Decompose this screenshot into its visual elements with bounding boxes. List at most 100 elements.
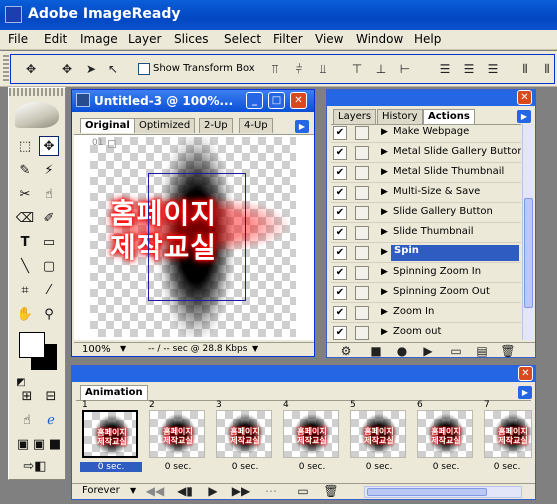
move-tool-preset-icon[interactable]: ✥ <box>22 60 40 78</box>
tween-icon[interactable]: ⋯ <box>262 482 280 500</box>
action-toggle-checkbox[interactable]: ✔ <box>333 266 347 280</box>
menu-edit[interactable]: Edit <box>44 32 67 46</box>
action-toggle-checkbox[interactable]: ✔ <box>333 146 347 160</box>
animation-frame[interactable]: 1 홈페이지 제작교실 0 sec. <box>80 400 142 472</box>
download-status[interactable]: -- / -- sec @ 28.8 Kbps <box>148 344 247 354</box>
arrow-select-icon[interactable]: ↖ <box>104 60 122 78</box>
rounded-rect-icon[interactable]: ▢ <box>39 256 59 276</box>
action-toggle-checkbox[interactable]: ✔ <box>333 246 347 260</box>
minimize-button[interactable]: _ <box>246 92 263 109</box>
action-toggle-checkbox[interactable]: ✔ <box>333 126 347 140</box>
type-icon[interactable]: T <box>15 232 35 252</box>
hand-icon[interactable]: ✋ <box>15 304 35 324</box>
dialog-toggle-box[interactable] <box>355 266 369 280</box>
line-icon[interactable]: ╲ <box>15 256 35 276</box>
show-transform-box-checkbox[interactable] <box>138 63 150 75</box>
align-vcenter-icon[interactable]: ⫩ <box>290 60 308 78</box>
menu-layer[interactable]: Layer <box>128 32 161 46</box>
brush-icon[interactable]: ✐ <box>39 208 59 228</box>
menu-filter[interactable]: Filter <box>273 32 303 46</box>
delete-frame-icon[interactable]: 🗑 <box>322 482 340 500</box>
frame-delay[interactable]: 0 sec. <box>214 462 276 472</box>
play-icon[interactable]: ▶ <box>419 342 437 360</box>
animation-frame[interactable]: 5 홈페이지 제작교실 0 sec. <box>348 400 410 472</box>
toolbox-grip[interactable] <box>9 88 65 96</box>
align-top-icon[interactable]: ⫪ <box>266 60 284 78</box>
first-frame-icon[interactable]: ◀◀ <box>146 482 164 500</box>
new-action-icon[interactable]: ▤ <box>473 342 491 360</box>
animation-close-button[interactable]: ✕ <box>518 366 533 381</box>
transform-bounding-box[interactable] <box>148 173 246 301</box>
dialog-toggle-box[interactable] <box>355 306 369 320</box>
expand-arrow-icon[interactable]: ▶ <box>381 207 388 217</box>
animation-frame[interactable]: 2 홈페이지 제작교실 0 sec. <box>147 400 209 472</box>
menu-window[interactable]: Window <box>356 32 403 46</box>
tab-2up[interactable]: 2-Up <box>199 118 233 133</box>
frame-delay[interactable]: 0 sec. <box>80 462 142 472</box>
crop-icon[interactable]: ⌗ <box>15 280 35 300</box>
align-bottom-icon[interactable]: ⫫ <box>314 60 332 78</box>
action-row[interactable]: ✔ ▶ Spinning Zoom Out <box>331 283 521 303</box>
action-row[interactable]: ✔ ▶ Spinning Zoom In <box>331 263 521 283</box>
action-row-selected[interactable]: ✔ ▶ Spin <box>331 243 521 263</box>
menu-image[interactable]: Image <box>80 32 118 46</box>
duplicate-frame-icon[interactable]: ▭ <box>294 482 312 500</box>
status-dropdown-icon[interactable]: ▼ <box>252 344 258 353</box>
action-toggle-checkbox[interactable]: ✔ <box>333 326 347 340</box>
animation-frame[interactable]: 3 홈페이지 제작교실 0 sec. <box>214 400 276 472</box>
action-row[interactable]: ✔ ▶ Zoom In <box>331 303 521 323</box>
frame-thumbnail[interactable]: 홈페이지 제작교실 <box>283 410 339 458</box>
frame-delay[interactable]: 0 sec. <box>147 462 209 472</box>
animation-frame[interactable]: 4 홈페이지 제작교실 0 sec. <box>281 400 343 472</box>
previous-frame-icon[interactable]: ◀▮ <box>176 482 194 500</box>
expand-arrow-icon[interactable]: ▶ <box>381 247 388 257</box>
palette-menu-arrow-icon[interactable]: ▶ <box>517 110 531 123</box>
frame-thumbnail[interactable]: 홈페이지 제작교실 <box>149 410 205 458</box>
document-titlebar[interactable]: Untitled-3 @ 100%... _ □ ✕ <box>72 90 314 112</box>
preview-in-browser-icon[interactable]: ℯ <box>41 410 61 430</box>
eraser-icon[interactable]: ⌫ <box>15 208 35 228</box>
tab-layers[interactable]: Layers <box>333 109 377 124</box>
frame-thumbnail[interactable]: 홈페이지 제작교실 <box>350 410 406 458</box>
rollover-preview-icon[interactable]: ☝ <box>17 410 37 430</box>
expand-arrow-icon[interactable]: ▶ <box>381 227 388 237</box>
dialog-toggle-box[interactable] <box>355 246 369 260</box>
frame-delay[interactable]: 0 sec. <box>482 462 532 472</box>
frames-scrollbar-thumb[interactable] <box>367 488 487 496</box>
palette-close-button[interactable]: ✕ <box>517 90 532 105</box>
dialog-toggle-box[interactable] <box>355 146 369 160</box>
zoom-level[interactable]: 100% <box>82 344 111 355</box>
menu-help[interactable]: Help <box>414 32 441 46</box>
full-screen-mode-icon[interactable]: ■ <box>45 434 65 454</box>
tab-history[interactable]: History <box>377 109 423 124</box>
frame-delay[interactable]: 0 sec. <box>415 462 477 472</box>
loop-dropdown-icon[interactable]: ▼ <box>130 486 136 495</box>
dialog-toggle-box[interactable] <box>355 186 369 200</box>
palette-titlebar[interactable]: ✕ <box>327 90 535 106</box>
canvas-area[interactable]: 01 홈페이지 제작교실 <box>74 134 314 340</box>
action-row[interactable]: ✔ ▶ Metal Slide Thumbnail <box>331 163 521 183</box>
zoom-dropdown-icon[interactable]: ▼ <box>120 344 126 353</box>
close-button[interactable]: ✕ <box>290 92 307 109</box>
rectangle-icon[interactable]: ▭ <box>39 232 59 252</box>
menu-file[interactable]: File <box>8 32 28 46</box>
distribute-bottom-icon[interactable]: ☰ <box>484 60 502 78</box>
expand-arrow-icon[interactable]: ▶ <box>381 307 388 317</box>
dialog-toggle-box[interactable] <box>355 326 369 340</box>
dialog-toggle-box[interactable] <box>355 226 369 240</box>
feather-logo-icon[interactable] <box>15 102 59 128</box>
new-set-icon[interactable]: ▭ <box>447 342 465 360</box>
eyedropper-icon[interactable]: ⁄ <box>39 280 59 300</box>
tab-actions[interactable]: Actions <box>423 109 475 124</box>
menu-select[interactable]: Select <box>224 32 261 46</box>
animation-frame[interactable]: 7 홈페이지 제작교실 0 sec. <box>482 400 532 472</box>
action-toggle-checkbox[interactable]: ✔ <box>333 186 347 200</box>
trash-icon[interactable]: 🗑 <box>499 342 517 360</box>
align-left-icon[interactable]: ⊤ <box>348 60 366 78</box>
action-row[interactable]: ✔ ▶ Metal Slide Gallery Button <box>331 143 521 163</box>
image-map-visibility-icon[interactable]: ⊞ <box>17 386 37 406</box>
dialog-toggle-box[interactable] <box>355 286 369 300</box>
move-icon[interactable]: ✥ <box>58 60 76 78</box>
action-toggle-checkbox[interactable]: ✔ <box>333 206 347 220</box>
animation-frame[interactable]: 6 홈페이지 제작교실 0 sec. <box>415 400 477 472</box>
